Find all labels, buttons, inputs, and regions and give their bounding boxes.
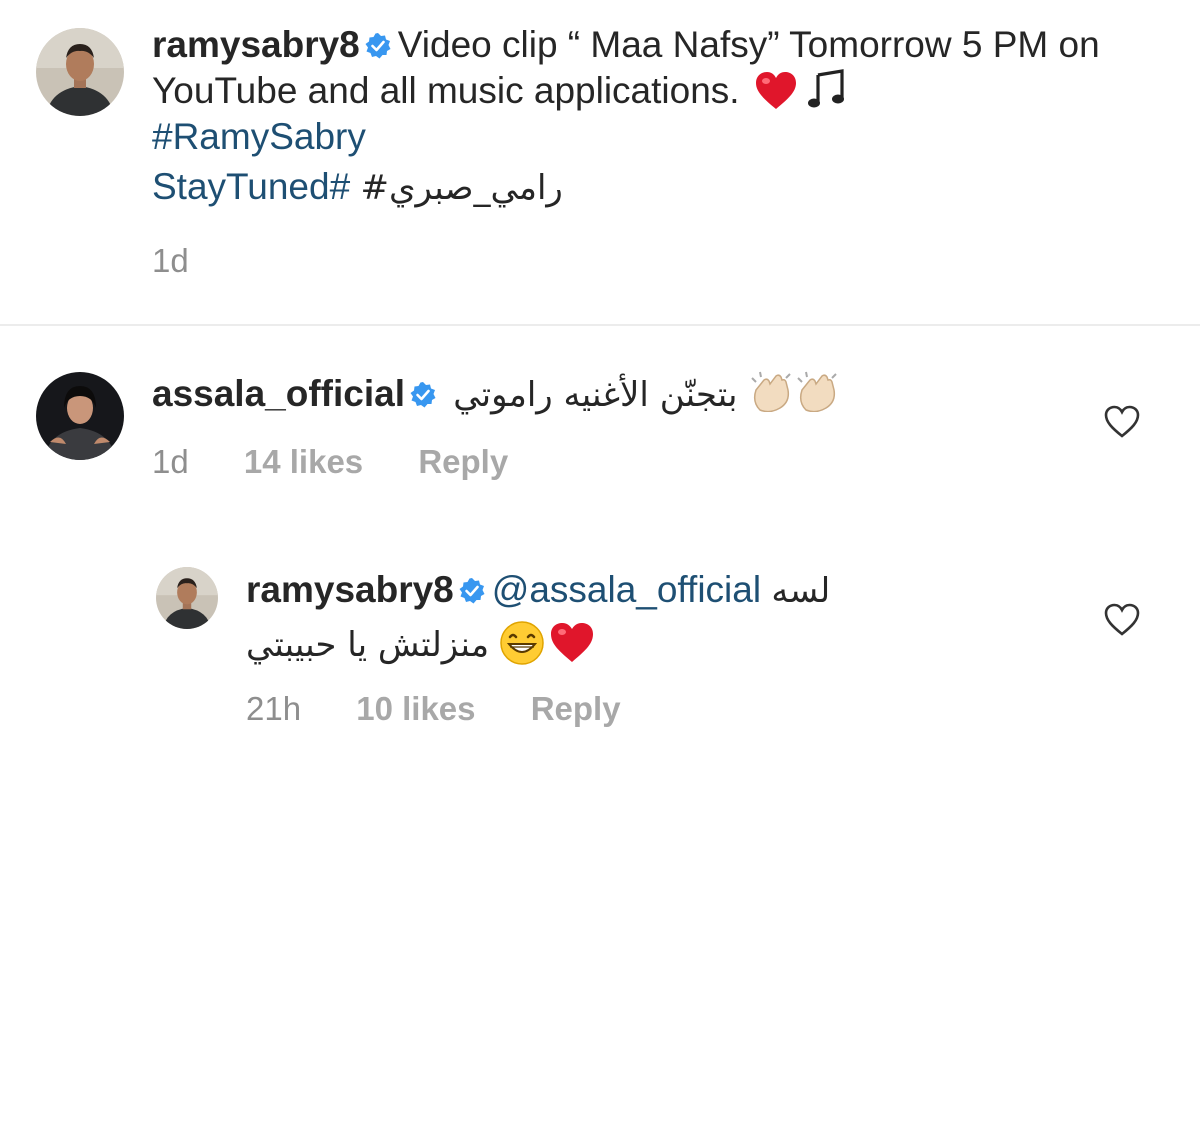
post-username[interactable]: ramysabry8 [152, 24, 360, 65]
verified-badge-icon [410, 382, 436, 408]
music-note-icon [807, 69, 844, 108]
post-timestamp: 1d [152, 242, 189, 279]
divider [0, 324, 1200, 326]
comment-2-reply-button[interactable]: Reply [531, 690, 621, 728]
grinning-face-icon [500, 621, 545, 665]
post-caption: ramysabry8 Video clip “ Maa Nafsy” Tomorr… [152, 22, 1142, 211]
verified-badge-icon [459, 578, 485, 604]
verified-badge-icon [365, 33, 391, 59]
avatar-ramysabry8[interactable] [36, 28, 124, 116]
red-heart-icon [755, 72, 796, 109]
clapping-hands-icon [797, 371, 837, 412]
hashtag-ramysabry[interactable]: #RamySabry [152, 116, 366, 157]
comment-2-body-line2: منزلتش يا حبيبتي [246, 620, 595, 668]
comment-2-like-heart-icon[interactable] [1102, 600, 1142, 640]
comment-2-likes[interactable]: 10 likes [356, 690, 475, 728]
comment-2-mention[interactable]: @assala_official [492, 569, 761, 610]
clapping-hands-icon [751, 371, 791, 412]
comment-2-body-line1: ramysabry8 @assala_official لسه [246, 567, 830, 614]
hashtag-staytuned[interactable]: StayTuned# [152, 166, 350, 207]
comment-2-text-line1: لسه [771, 571, 831, 611]
comment-2-meta: 21h 10 likes Reply [246, 690, 621, 728]
comment-1-reply-button[interactable]: Reply [418, 443, 508, 481]
comment-1-timestamp: 1d [152, 443, 189, 480]
red-heart-icon [551, 623, 594, 662]
comment-1-body: assala_official بتجنّن الأغنيه راموتي [152, 370, 840, 418]
comment-1-likes[interactable]: 14 likes [244, 443, 363, 481]
comment-2-timestamp: 21h [246, 690, 302, 727]
comment-2-username[interactable]: ramysabry8 [246, 569, 454, 610]
comment-1-username[interactable]: assala_official [152, 373, 405, 414]
avatar-ramysabry8-reply[interactable] [156, 567, 218, 629]
comment-2-text-line2: منزلتش يا حبيبتي [246, 625, 490, 665]
comment-1-text: بتجنّن الأغنيه راموتي [453, 375, 738, 415]
comment-1-meta: 1d 14 likes Reply [152, 443, 508, 481]
avatar-assala_official[interactable] [36, 372, 124, 460]
comment-1-like-heart-icon[interactable] [1102, 402, 1142, 442]
post-meta: 1d [152, 242, 189, 280]
hashtag-arabic[interactable]: #رامي_صبري [360, 168, 562, 208]
